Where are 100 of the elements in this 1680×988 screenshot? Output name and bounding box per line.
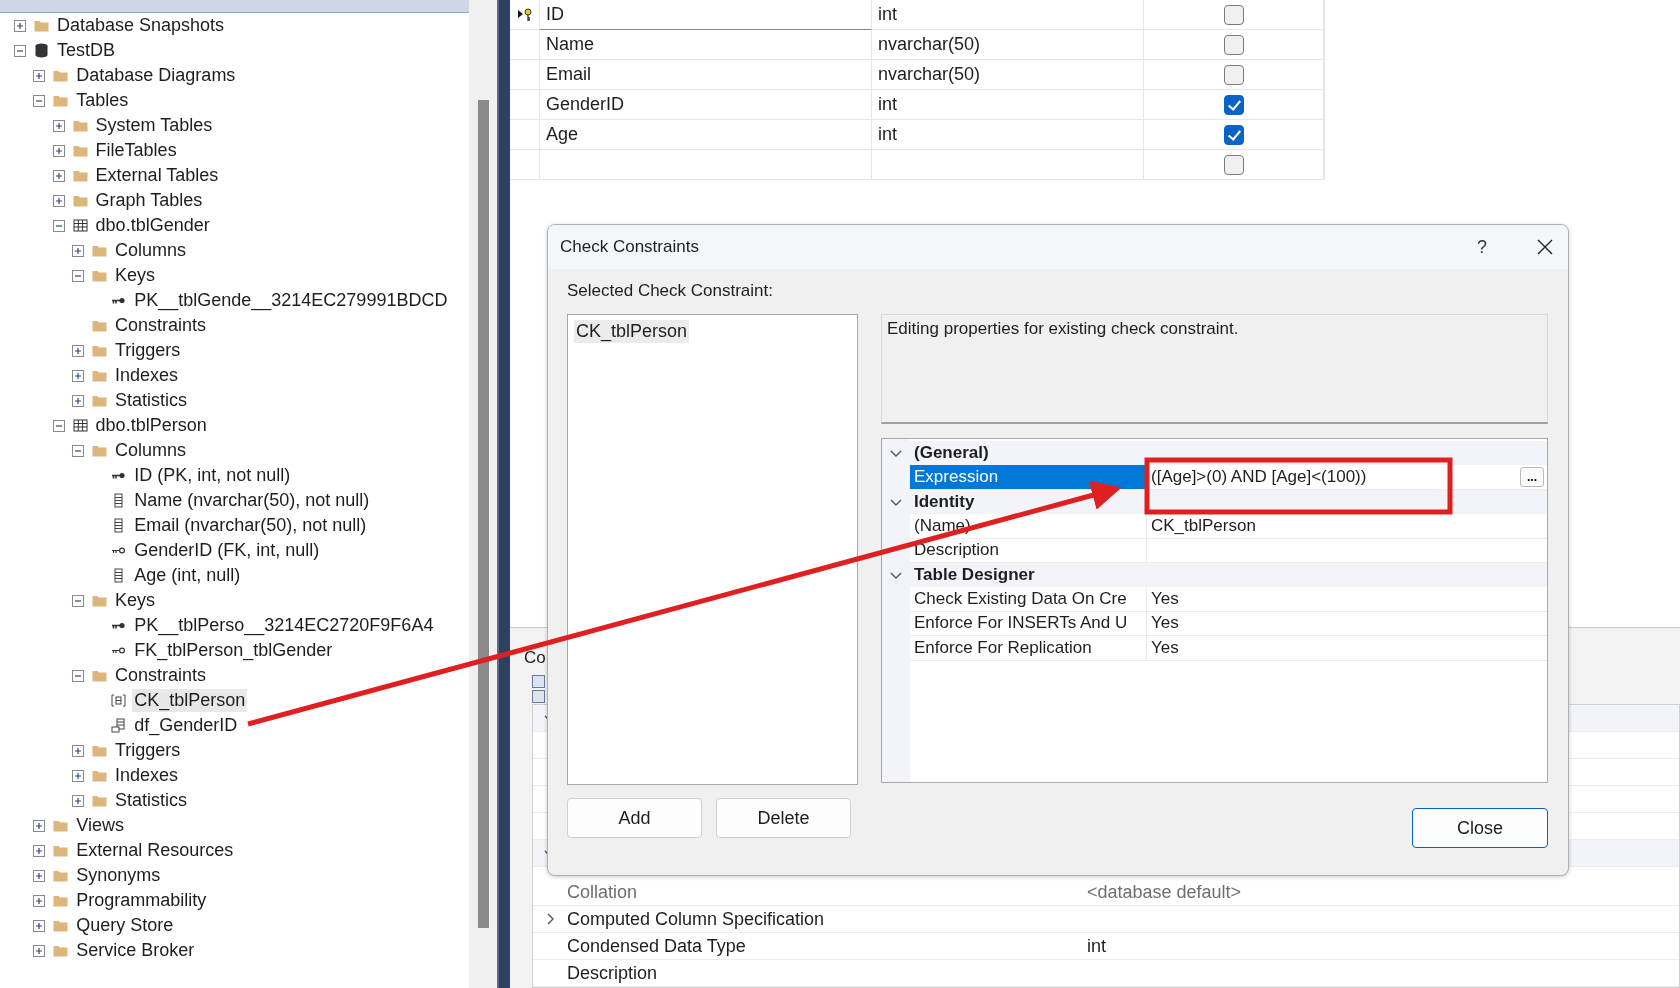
tree-item[interactable]: CK_tblPerson <box>132 689 248 712</box>
tree-item[interactable]: Keys <box>112 589 157 612</box>
dialog-button[interactable]: Delete <box>716 798 851 838</box>
expand-icon[interactable] <box>33 869 46 882</box>
property-value[interactable]: Yes <box>1146 636 1547 661</box>
toolbar-button[interactable] <box>532 675 545 689</box>
tree-item[interactable]: Triggers <box>112 339 183 362</box>
property-name[interactable]: Expression <box>910 465 1146 490</box>
tree-item[interactable]: FK_tblPerson_tblGender <box>132 639 335 662</box>
tree-item[interactable]: Constraints <box>112 314 208 337</box>
constraint-list[interactable]: CK_tblPerson <box>567 314 858 785</box>
expand-icon[interactable] <box>52 169 65 182</box>
property-value[interactable]: Yes <box>1146 587 1547 612</box>
table-cell[interactable]: Name <box>540 30 872 60</box>
tree-item[interactable]: Statistics <box>112 389 189 412</box>
scrollbar[interactable] <box>469 0 497 988</box>
tree-item[interactable]: Query Store <box>74 914 176 937</box>
table-cell[interactable]: int <box>872 0 1144 30</box>
checkbox[interactable] <box>1223 4 1244 25</box>
tree-item[interactable]: dbo.tblPerson <box>93 414 209 437</box>
dialog-button[interactable]: Add <box>567 798 702 838</box>
tree-item[interactable]: Columns <box>112 239 188 262</box>
collapse-icon[interactable] <box>71 669 84 682</box>
expand-icon[interactable] <box>33 894 46 907</box>
expand-icon[interactable] <box>71 744 84 757</box>
tree-item[interactable]: Database Diagrams <box>74 64 238 87</box>
help-button[interactable]: ? <box>1462 236 1502 258</box>
tree-item[interactable]: Database Snapshots <box>55 14 227 37</box>
tree-item[interactable]: System Tables <box>93 114 215 137</box>
collapse-icon[interactable] <box>71 269 84 282</box>
tree-item[interactable]: Programmability <box>74 889 209 912</box>
property-value[interactable]: ([Age]>(0) AND [Age]<(100)) ... <box>1146 465 1547 490</box>
checkbox[interactable] <box>1223 34 1244 55</box>
tree-item[interactable]: PK__tblPerso__3214EC2720F9F6A4 <box>132 614 436 637</box>
expand-icon[interactable] <box>14 19 26 32</box>
property-name[interactable]: Description <box>910 538 1146 563</box>
checkbox[interactable] <box>1223 124 1244 145</box>
table-cell[interactable]: ID <box>540 0 872 30</box>
expand-icon[interactable] <box>71 794 84 807</box>
tree-item[interactable]: Synonyms <box>74 864 163 887</box>
expand-icon[interactable] <box>52 194 65 207</box>
expand-icon[interactable] <box>33 819 46 832</box>
collapse-icon[interactable] <box>52 219 65 232</box>
row-header[interactable] <box>510 0 540 30</box>
tree-item[interactable]: TestDB <box>55 39 118 62</box>
tree-item[interactable]: Triggers <box>112 739 183 762</box>
table-cell[interactable]: nvarchar(50) <box>872 30 1144 60</box>
table-cell[interactable]: Email <box>540 60 872 90</box>
collapse-icon[interactable] <box>14 44 26 57</box>
tree-item[interactable]: Columns <box>112 439 188 462</box>
expand-icon[interactable] <box>71 244 84 257</box>
expand-icon[interactable] <box>71 344 84 357</box>
tree-item[interactable]: External Resources <box>74 839 236 862</box>
expand-icon[interactable] <box>52 119 65 132</box>
tree-item[interactable]: Statistics <box>112 789 189 812</box>
tree-item[interactable]: PK__tblGende__3214EC279991BDCD <box>132 289 450 312</box>
collapse-icon[interactable] <box>33 94 46 107</box>
property-value[interactable]: Yes <box>1146 611 1547 637</box>
tree-item[interactable]: ID (PK, int, not null) <box>132 464 293 487</box>
tree-item[interactable]: Tables <box>74 89 131 112</box>
expand-icon[interactable] <box>71 369 84 382</box>
tree-item[interactable]: Name (nvarchar(50), not null) <box>132 489 372 512</box>
checkbox[interactable] <box>1223 94 1244 115</box>
tree-item[interactable]: Views <box>74 814 126 837</box>
table-cell[interactable]: nvarchar(50) <box>872 60 1144 90</box>
property-value[interactable]: CK_tblPerson <box>1146 514 1547 539</box>
expand-icon[interactable] <box>33 919 46 932</box>
tree-item[interactable]: FileTables <box>93 139 179 162</box>
property-name[interactable]: Enforce For INSERTs And U <box>910 611 1146 637</box>
expand-icon[interactable] <box>33 944 46 957</box>
expand-icon[interactable] <box>33 69 46 82</box>
tree-item[interactable]: Keys <box>112 264 157 287</box>
expand-icon[interactable] <box>33 844 46 857</box>
table-cell[interactable]: int <box>872 120 1144 150</box>
tree-item[interactable]: Age (int, null) <box>132 564 243 587</box>
tree-item[interactable]: Service Broker <box>74 939 197 962</box>
ellipsis-button[interactable]: ... <box>1520 467 1544 488</box>
checkbox[interactable] <box>1223 64 1244 85</box>
toolbar-button[interactable] <box>532 690 545 704</box>
collapse-icon[interactable] <box>71 594 84 607</box>
expand-icon[interactable] <box>52 144 65 157</box>
expand-icon[interactable] <box>71 769 84 782</box>
table-cell[interactable]: GenderID <box>540 90 872 120</box>
tree-item[interactable]: df_GenderID <box>132 714 240 737</box>
tree-item[interactable]: Indexes <box>112 764 180 787</box>
tab[interactable]: Co <box>524 648 546 669</box>
property-name[interactable]: Check Existing Data On Cre <box>910 587 1146 612</box>
checkbox[interactable] <box>1223 154 1244 175</box>
tree-item[interactable]: Constraints <box>112 664 208 687</box>
list-item[interactable]: CK_tblPerson <box>574 320 690 343</box>
tree-item[interactable]: GenderID (FK, int, null) <box>132 539 322 562</box>
table-cell[interactable]: int <box>872 90 1144 120</box>
table-cell[interactable]: Age <box>540 120 872 150</box>
collapse-icon[interactable] <box>71 444 84 457</box>
tree-item[interactable]: Indexes <box>112 364 180 387</box>
tree-item[interactable]: Graph Tables <box>93 189 205 212</box>
property-name[interactable]: Enforce For Replication <box>910 636 1146 661</box>
tree-item[interactable]: dbo.tblGender <box>93 214 212 237</box>
expand-icon[interactable] <box>71 394 84 407</box>
tree-item[interactable]: Email (nvarchar(50), not null) <box>132 514 369 537</box>
